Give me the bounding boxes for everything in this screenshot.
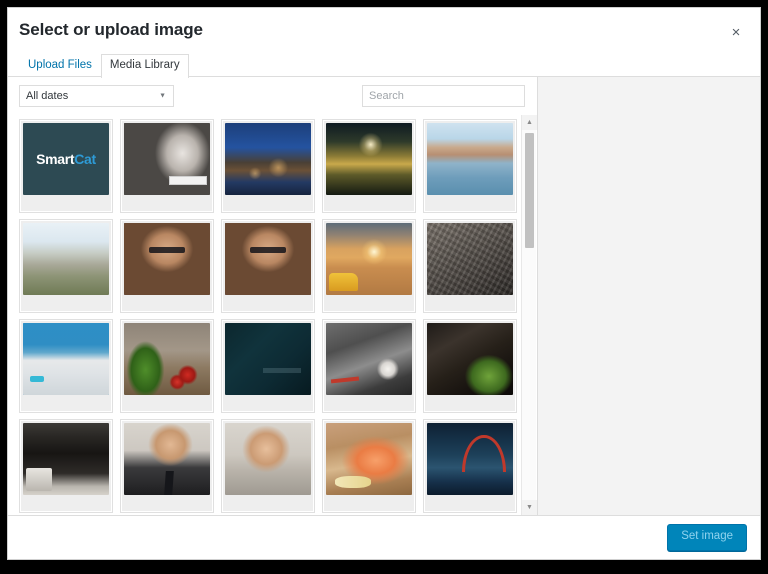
thumbnail-image [124, 323, 210, 395]
attachment-item[interactable] [322, 319, 416, 413]
date-filter-value: All dates [26, 90, 69, 102]
attachment-thumbnail [427, 423, 513, 495]
attachment-item[interactable] [19, 219, 113, 313]
modal-body: All dates ▼ SmartCat [8, 77, 760, 515]
attachment-item[interactable] [423, 119, 517, 213]
attachment-item[interactable] [120, 119, 214, 213]
attachment-item[interactable] [221, 419, 315, 513]
thumbnail-image [124, 423, 210, 495]
tab-media-library[interactable]: Media Library [100, 53, 189, 78]
attachment-thumbnail [124, 223, 210, 295]
thumbnail-image [326, 323, 412, 395]
screen: Select or upload image × Upload Files Me… [0, 0, 768, 574]
attachment-thumbnail [427, 323, 513, 395]
thumbnail-image [23, 223, 109, 295]
thumbnail-image [23, 423, 109, 495]
search-input[interactable] [362, 85, 525, 107]
thumbnail-image [225, 423, 311, 495]
attachment-item[interactable] [322, 419, 416, 513]
attachment-thumbnail [225, 123, 311, 195]
attachment-item[interactable] [322, 119, 416, 213]
attachment-thumbnail [23, 423, 109, 495]
thumbnail-image [427, 423, 513, 495]
vertical-scrollbar[interactable]: ▲ ▼ [521, 115, 537, 515]
modal-footer: Set image [8, 515, 760, 559]
attachment-item[interactable] [221, 319, 315, 413]
attachment-item[interactable] [120, 419, 214, 513]
attachment-details-panel [537, 77, 760, 515]
attachment-thumbnail [326, 123, 412, 195]
attachment-item[interactable] [221, 119, 315, 213]
attachment-thumbnail [23, 223, 109, 295]
attachment-thumbnail [326, 423, 412, 495]
thumbnail-image: SmartCat [23, 123, 109, 195]
thumbnail-image [326, 423, 412, 495]
attachment-thumbnail [427, 123, 513, 195]
attachment-thumbnail [225, 423, 311, 495]
attachments-grid: SmartCat [19, 115, 537, 515]
attachment-thumbnail [124, 123, 210, 195]
thumbnail-image [427, 323, 513, 395]
media-router-tabs: Upload Files Media Library [8, 53, 760, 78]
attachment-item[interactable]: SmartCat [19, 119, 113, 213]
attachment-thumbnail [225, 323, 311, 395]
thumbnail-image [326, 123, 412, 195]
tab-upload-files[interactable]: Upload Files [19, 54, 101, 78]
attachment-item[interactable] [120, 319, 214, 413]
attachment-thumbnail [23, 323, 109, 395]
thumbnail-image [225, 223, 311, 295]
thumbnail-image [225, 123, 311, 195]
attachment-item[interactable] [322, 219, 416, 313]
attachment-thumbnail: SmartCat [23, 123, 109, 195]
page-title: Select or upload image [19, 20, 203, 39]
thumbnail-image [23, 323, 109, 395]
date-filter-select[interactable]: All dates ▼ [19, 85, 174, 107]
attachment-item[interactable] [423, 319, 517, 413]
attachment-item[interactable] [120, 219, 214, 313]
set-image-button[interactable]: Set image [667, 524, 747, 551]
thumbnail-image [225, 323, 311, 395]
attachment-thumbnail [326, 323, 412, 395]
caret-down-icon[interactable]: ▼ [522, 500, 537, 515]
attachments-pane: All dates ▼ SmartCat [8, 77, 538, 515]
smartcat-logo: SmartCat [23, 151, 109, 167]
thumbnail-image [124, 123, 210, 195]
thumbnail-image [427, 223, 513, 295]
attachment-thumbnail [326, 223, 412, 295]
thumbnail-image [326, 223, 412, 295]
attachment-item[interactable] [221, 219, 315, 313]
attachment-thumbnail [225, 223, 311, 295]
attachment-thumbnail [427, 223, 513, 295]
scrollbar-thumb[interactable] [525, 133, 534, 248]
attachment-thumbnail [124, 423, 210, 495]
attachment-item[interactable] [19, 319, 113, 413]
attachments-scroll-region: SmartCat ▲ ▼ [8, 115, 537, 515]
attachment-item[interactable] [423, 419, 517, 513]
logo-accent-text: Cat [74, 151, 96, 167]
media-modal: Select or upload image × Upload Files Me… [7, 7, 761, 560]
media-toolbar: All dates ▼ [8, 77, 537, 115]
attachment-thumbnail [124, 323, 210, 395]
caret-up-icon[interactable]: ▲ [522, 115, 537, 130]
logo-primary-text: Smart [36, 151, 75, 167]
attachment-item[interactable] [19, 419, 113, 513]
modal-header: Select or upload image × [8, 8, 760, 55]
thumbnail-image [124, 223, 210, 295]
close-icon[interactable]: × [720, 16, 752, 48]
attachment-item[interactable] [423, 219, 517, 313]
thumbnail-image [427, 123, 513, 195]
chevron-down-icon: ▼ [159, 92, 166, 100]
